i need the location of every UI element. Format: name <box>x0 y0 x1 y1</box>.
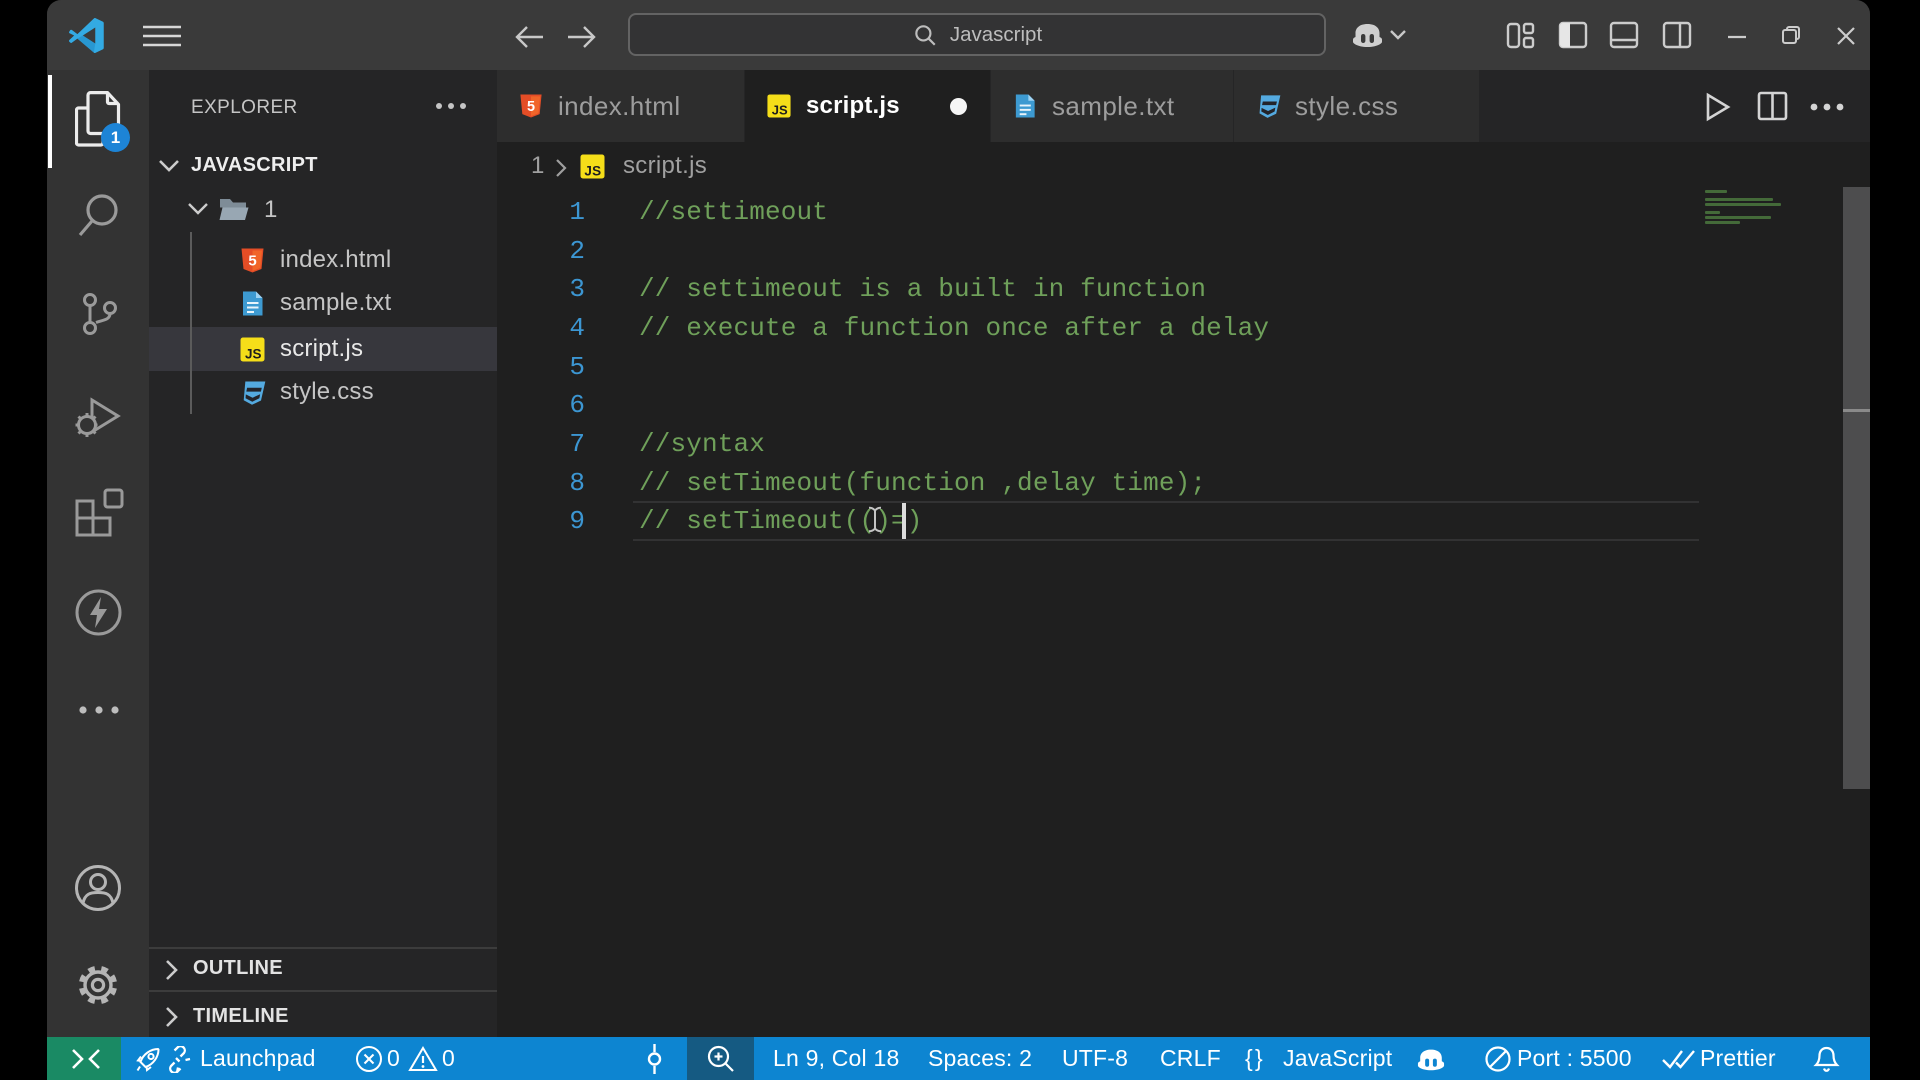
svg-text:5: 5 <box>527 99 535 115</box>
svg-text:5: 5 <box>248 253 256 270</box>
svg-text:JS: JS <box>245 347 262 362</box>
svg-text:JS: JS <box>584 164 601 179</box>
svg-text:JS: JS <box>772 103 788 118</box>
